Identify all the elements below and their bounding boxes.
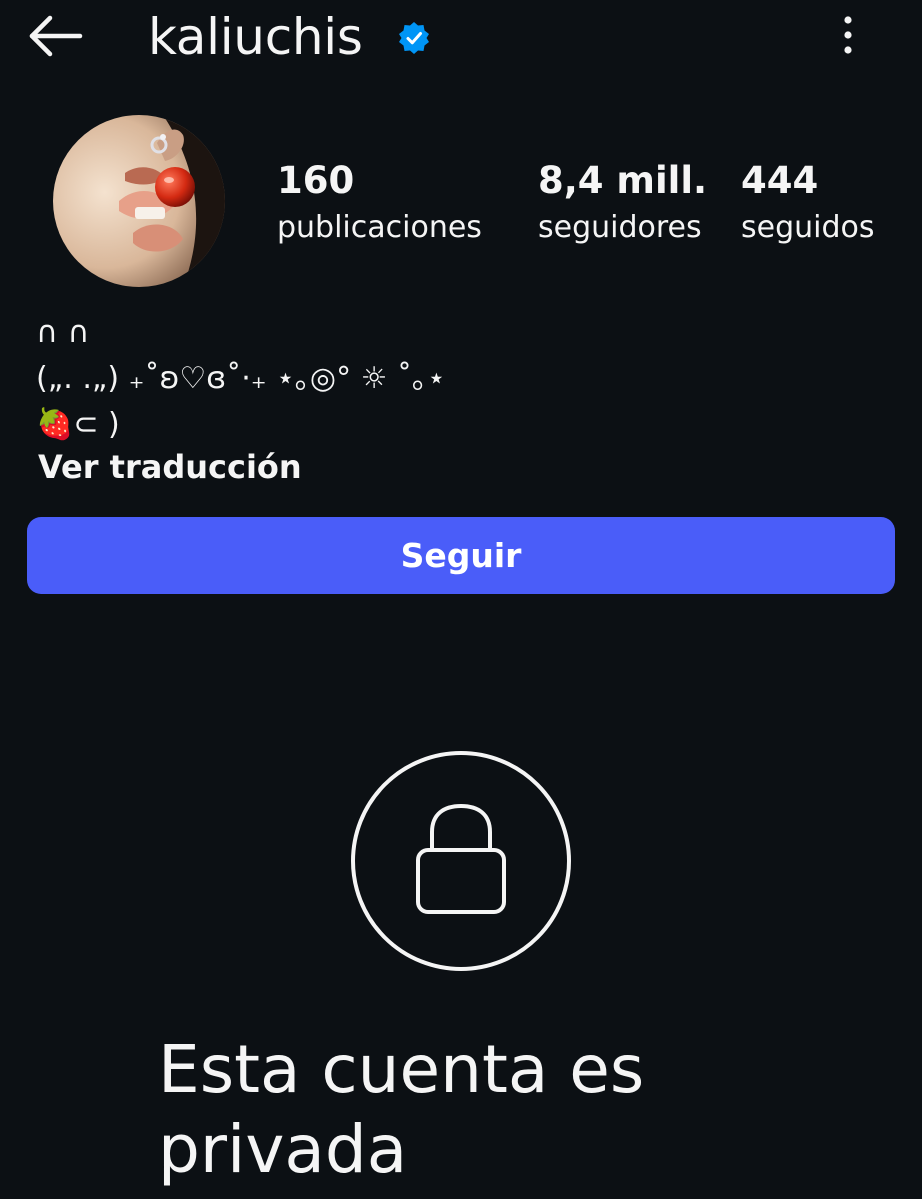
profile-avatar[interactable] [53, 115, 225, 287]
stat-posts[interactable]: 160 publicaciones [277, 156, 482, 250]
follow-button[interactable]: Seguir [27, 517, 895, 594]
lock-icon [351, 751, 571, 971]
posts-count: 160 [277, 159, 355, 202]
profile-username: kaliuchis [148, 8, 363, 66]
following-label: seguidos [741, 210, 875, 245]
private-account-message: Esta cuenta es privada [158, 1031, 645, 1188]
more-vertical-icon [844, 16, 852, 54]
followers-count: 8,4 mill. [538, 159, 708, 202]
stat-followers[interactable]: 8,4 mill. seguidores [538, 156, 707, 250]
stat-following[interactable]: 444 seguidos [741, 156, 875, 250]
arrow-left-icon [29, 15, 83, 57]
following-count: 444 [741, 159, 819, 202]
profile-photo [53, 115, 225, 287]
profile-header: kaliuchis [0, 0, 922, 80]
see-translation-link[interactable]: Ver traducción [38, 444, 302, 490]
posts-label: publicaciones [277, 210, 482, 245]
verified-badge-icon [399, 22, 429, 54]
followers-label: seguidores [538, 210, 702, 245]
more-options-button[interactable] [830, 12, 866, 58]
back-button[interactable] [26, 14, 84, 58]
profile-bio: ∩ ∩ („. .„) ₊˚ʚ♡ɞ˚·₊ ⋆｡◎° ☼ ˚｡⋆ 🍓⊂ ) [36, 315, 446, 442]
